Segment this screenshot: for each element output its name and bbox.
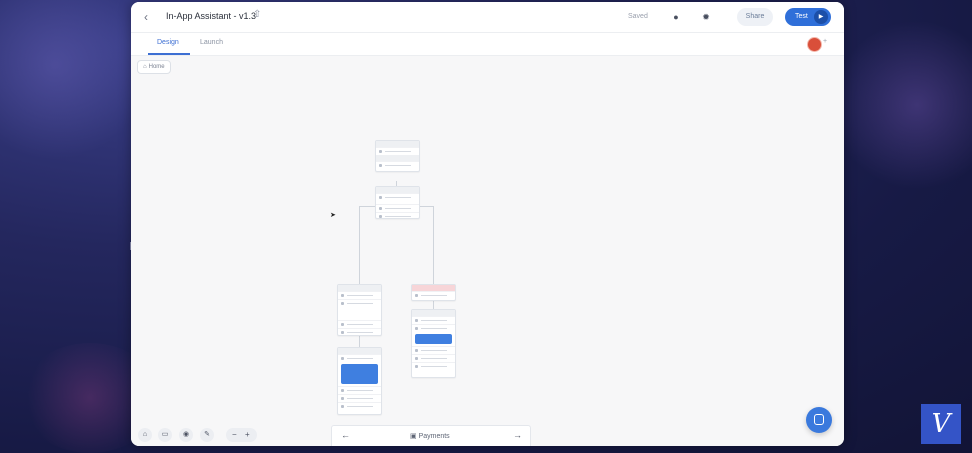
block-step <box>338 402 381 410</box>
block-step <box>412 291 455 299</box>
block-step <box>338 394 381 402</box>
block-card <box>341 364 378 384</box>
chat-icon <box>814 414 824 425</box>
connector <box>359 206 360 284</box>
connector <box>418 206 433 207</box>
project-title: In-App Assistant - v1.3 <box>166 11 257 21</box>
home-button[interactable]: ⌂ Home <box>137 60 171 74</box>
top-bar: ‹ In-App Assistant - v1.3 ⇧ Saved ● ✹ Sh… <box>131 2 844 33</box>
block-step <box>338 386 381 394</box>
block-step <box>376 204 419 212</box>
test-button-label: Test <box>795 13 808 20</box>
block-step <box>338 320 381 328</box>
zoom-control: − + <box>226 428 257 442</box>
block-step <box>412 354 455 362</box>
flow-block-lower-left[interactable] <box>337 347 382 415</box>
home-icon[interactable]: ⌂ <box>138 428 152 442</box>
block-step <box>338 354 381 362</box>
tab-bar: Design Launch + <box>131 33 844 56</box>
flow-block-start[interactable] <box>375 140 420 172</box>
connector <box>433 206 434 284</box>
arrow-left-icon[interactable]: ← <box>341 430 350 440</box>
avatar[interactable] <box>807 37 822 52</box>
block-step <box>412 362 455 370</box>
block-step <box>412 346 455 354</box>
save-status: Saved <box>628 13 648 20</box>
tab-launch[interactable]: Launch <box>200 39 223 46</box>
block-step <box>338 299 381 320</box>
block-step <box>338 291 381 299</box>
home-icon: ⌂ <box>143 64 147 70</box>
block-step <box>338 328 381 336</box>
info-icon[interactable]: ● <box>669 10 683 24</box>
gear-icon[interactable]: ✹ <box>699 10 713 24</box>
brand-logo: V <box>921 404 961 444</box>
active-tab-indicator <box>148 53 190 55</box>
arrow-right-icon[interactable]: → <box>513 430 522 440</box>
zoom-out-button[interactable]: − <box>232 428 237 442</box>
block-step <box>376 193 419 204</box>
home-label: Home <box>148 64 165 70</box>
block-card <box>415 334 452 344</box>
flow-block-lower-right[interactable] <box>411 309 456 378</box>
chevron-left-icon[interactable]: ‹ <box>144 10 148 24</box>
share-button[interactable]: Share <box>737 8 773 26</box>
comment-icon[interactable]: ▭ <box>158 428 172 442</box>
test-button[interactable]: Test ▶ <box>785 8 831 26</box>
block-step <box>376 161 419 169</box>
chat-bubble-icon[interactable]: ◉ <box>179 428 193 442</box>
page-name: ▣ Payments <box>410 433 450 440</box>
block-step <box>376 212 419 220</box>
tab-design[interactable]: Design <box>157 39 179 46</box>
mouse-cursor: ➤ <box>330 212 336 219</box>
flow-block-right-branch[interactable] <box>411 284 456 301</box>
page-switcher: ← ▣ Payments → <box>331 425 531 446</box>
flow-canvas[interactable]: ⌂ Home ➤ ⌂ ▭ ◉ ✎ − + ← ▣ Payments → <box>131 56 844 446</box>
edit-icon[interactable]: ✎ <box>200 428 214 442</box>
block-step <box>376 147 419 155</box>
app-window: ‹ In-App Assistant - v1.3 ⇧ Saved ● ✹ Sh… <box>131 2 844 446</box>
zoom-in-button[interactable]: + <box>245 428 250 442</box>
chat-button[interactable] <box>806 407 832 433</box>
upload-icon[interactable]: ⇧ <box>253 9 261 20</box>
block-step <box>412 316 455 324</box>
block-step <box>412 324 455 332</box>
flow-block-choice[interactable] <box>375 186 420 219</box>
flow-block-left-branch[interactable] <box>337 284 382 336</box>
play-icon: ▶ <box>814 10 828 24</box>
add-collaborator-icon[interactable]: + <box>823 38 827 45</box>
